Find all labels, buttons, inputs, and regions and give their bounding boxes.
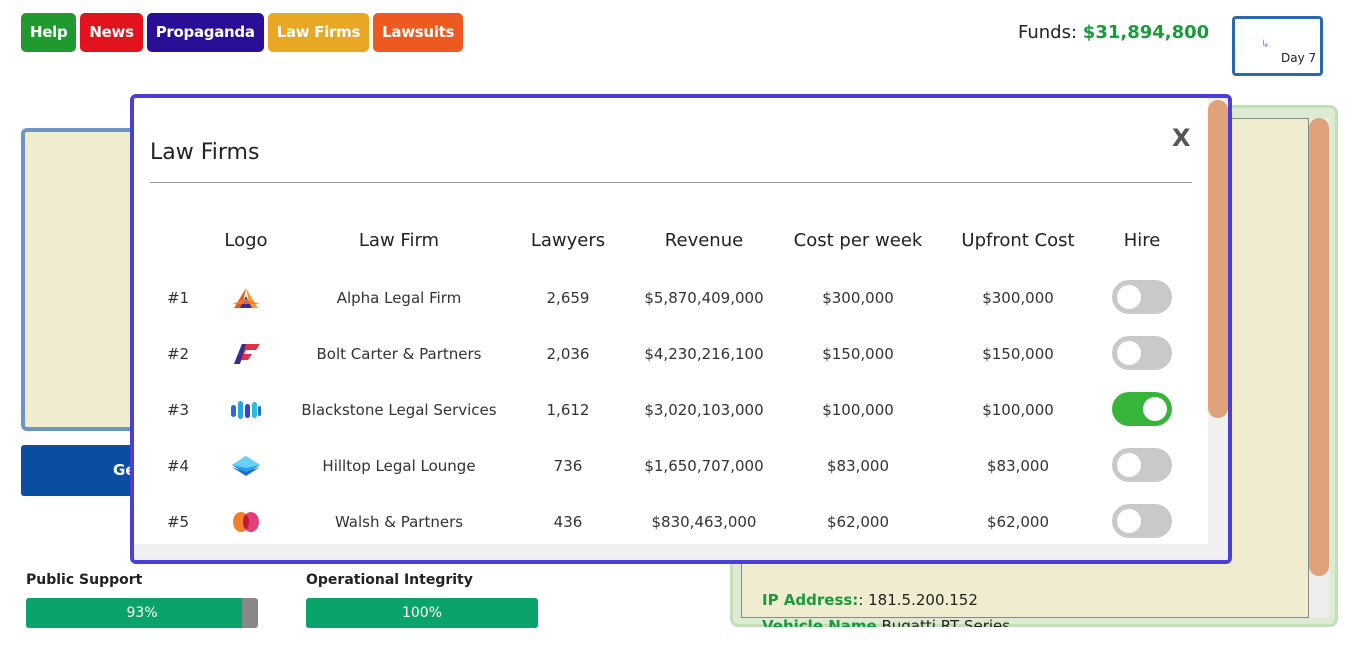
day-label: Day 7 [1281,51,1317,65]
column-header-upfront: Upfront Cost [961,230,1075,251]
law-firms-button[interactable]: Law Firms [267,13,370,52]
hire-toggle[interactable] [1112,448,1172,482]
hire-toggle[interactable] [1112,392,1172,426]
row-lawyers: 2,036 [546,345,590,363]
row-firm: Bolt Carter & Partners [316,345,482,363]
details-scroll-thumb[interactable] [1309,118,1329,576]
news-button[interactable]: News [80,13,143,52]
toggle-knob [1117,453,1141,477]
row-lawyers: 736 [553,457,583,475]
operational-integrity-value: 100% [401,605,443,621]
walsh-logo-icon [226,494,266,550]
row-cost: $62,000 [826,513,890,531]
left-panel [21,128,136,431]
vehicle-name-value: Bugatti RT Series [881,617,1011,627]
row-firm: Alpha Legal Firm [336,289,462,307]
hire-toggle[interactable] [1112,504,1172,538]
column-header-hire: Hire [1123,230,1161,251]
row-firm: Walsh & Partners [334,513,464,531]
column-header-revenue: Revenue [664,230,744,251]
ip-address-key: IP Address: [762,591,859,609]
blackstone-logo-icon [226,382,266,438]
day-clock[interactable]: ↳ Day 7 [1232,16,1323,76]
row-cost: $100,000 [822,401,894,419]
column-header-logo: Logo [224,230,268,251]
modal-horizontal-scrollbar[interactable] [134,544,1208,560]
row-upfront: $150,000 [982,345,1054,363]
funds-display: Funds: $31,894,800 [1018,22,1209,43]
public-support-meter: Public Support 93% [26,572,258,628]
close-button[interactable]: X [1172,124,1191,152]
details-scrollbar[interactable] [1309,118,1329,618]
row-upfront: $83,000 [986,457,1050,475]
column-header-cost: Cost per week [793,230,923,251]
alpha-logo-icon [226,270,266,326]
row-firm: Blackstone Legal Services [301,401,497,419]
operational-integrity-bar: 100% [306,598,538,628]
row-upfront: $100,000 [982,401,1054,419]
toggle-knob [1117,285,1141,309]
top-nav: Help News Propaganda Law Firms Lawsuits [21,13,464,52]
public-support-value: 93% [126,605,158,621]
ip-address-value: 181.5.200.152 [868,591,978,609]
row-firm: Hilltop Legal Lounge [322,457,476,475]
table-row: #1 Alpha Legal Firm 2,659 $5,870,409,000… [134,270,1208,326]
hire-toggle[interactable] [1112,280,1172,314]
clock-hand-icon: ↳ [1261,39,1270,50]
modal-divider [150,182,1192,183]
row-revenue: $1,650,707,000 [644,457,764,475]
row-revenue: $3,020,103,000 [644,401,764,419]
left-action-button[interactable]: Ge [21,445,136,496]
row-rank: #5 [166,513,190,531]
hilltop-logo-icon [226,438,266,494]
table-row: #3 Blackstone Legal Services 1,612 $3,02… [134,382,1208,438]
modal-scrollbar[interactable] [1208,98,1228,560]
public-support-bar: 93% [26,598,258,628]
row-revenue: $5,870,409,000 [644,289,764,307]
public-support-label: Public Support [26,572,143,588]
bolt-logo-icon [226,326,266,382]
toggle-knob [1117,341,1141,365]
row-rank: #2 [166,345,190,363]
row-rank: #1 [166,289,190,307]
modal-scroll-thumb[interactable] [1208,100,1228,418]
row-revenue: $830,463,000 [651,513,757,531]
row-cost: $150,000 [822,345,894,363]
hire-toggle[interactable] [1112,336,1172,370]
law-firms-modal: Law Firms X Logo Law Firm Lawyers Revenu… [130,94,1232,564]
row-lawyers: 1,612 [546,401,590,419]
operational-integrity-label: Operational Integrity [306,572,473,588]
toggle-knob [1143,397,1167,421]
help-button[interactable]: Help [21,13,77,52]
column-header-lawyers: Lawyers [530,230,606,251]
ip-address-line: IP Address:: 181.5.200.152 [762,591,978,609]
row-lawyers: 2,659 [546,289,590,307]
vehicle-name-line: Vehicle Name Bugatti RT Series [762,617,1010,627]
row-cost: $83,000 [826,457,890,475]
row-revenue: $4,230,216,100 [644,345,764,363]
row-rank: #3 [166,401,190,419]
propaganda-button[interactable]: Propaganda [146,13,264,52]
row-lawyers: 436 [553,513,583,531]
vehicle-name-key: Vehicle Name [762,617,877,627]
operational-integrity-meter: Operational Integrity 100% [306,572,538,628]
column-header-firm: Law Firm [358,230,440,251]
funds-label: Funds: [1018,22,1078,43]
modal-title: Law Firms [150,140,260,165]
row-rank: #4 [166,457,190,475]
toggle-knob [1117,509,1141,533]
table-row: #2 Bolt Carter & Partners 2,036 $4,230,2… [134,326,1208,382]
row-upfront: $62,000 [986,513,1050,531]
table-row: #4 Hilltop Legal Lounge 736 $1,650,707,0… [134,438,1208,494]
table-row: #5 Walsh & Partners 436 $830,463,000 $62… [134,494,1208,550]
lawsuits-button[interactable]: Lawsuits [373,13,464,52]
ip-address-sep: : [858,591,869,609]
row-upfront: $300,000 [982,289,1054,307]
funds-value: $31,894,800 [1082,22,1210,43]
row-cost: $300,000 [822,289,894,307]
